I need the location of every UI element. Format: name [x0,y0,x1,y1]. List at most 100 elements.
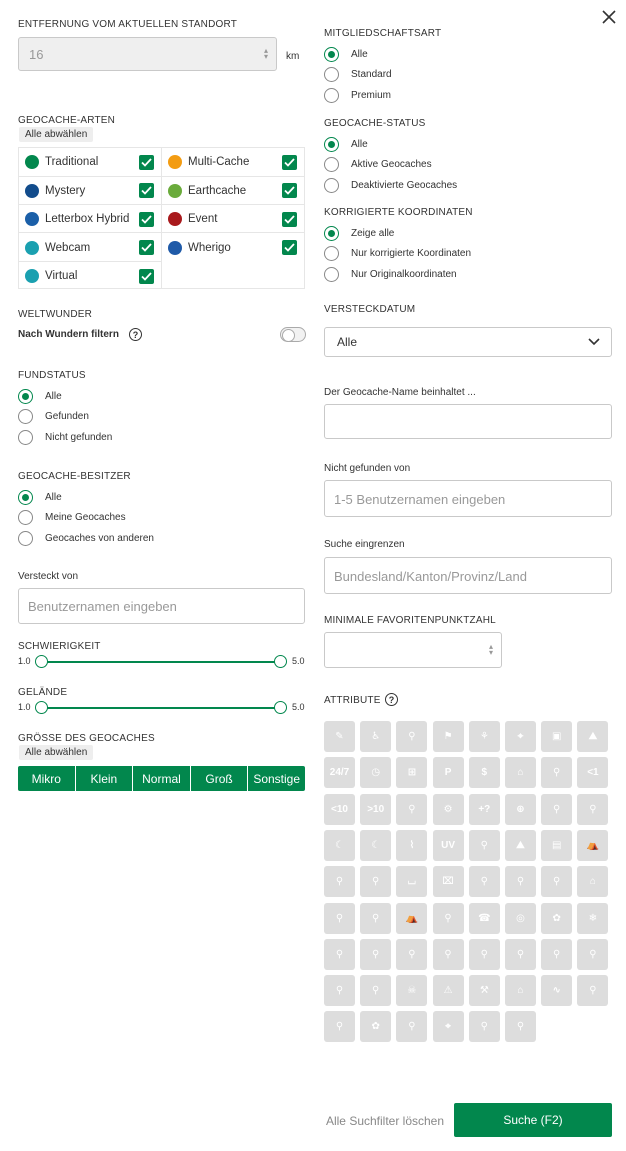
attribute-icon[interactable]: ⛰ [505,829,536,861]
attribute-icon[interactable]: ⚲ [432,902,464,934]
attribute-icon[interactable]: ⚲ [468,829,500,861]
size-mikro[interactable]: Mikro [18,766,76,791]
not-found-by-input[interactable]: 1-5 Benutzernamen eingeben [324,480,612,517]
radio-button[interactable] [18,409,33,425]
attribute-icon[interactable]: ⚲ [468,1011,500,1043]
attribute-icon[interactable]: ⚲ [360,975,392,1007]
status-option[interactable]: Aktive Geocaches [324,155,457,176]
checkbox[interactable] [139,240,154,256]
attribute-icon[interactable]: ⚘ [468,721,500,752]
attributes-help-icon[interactable]: ? [385,693,398,706]
attribute-icon[interactable]: ⚲ [577,793,609,825]
attribute-icon[interactable]: ⌖ [432,1011,464,1043]
status-option[interactable]: Alle [324,134,457,155]
size-klein[interactable]: Klein [76,766,134,791]
attribute-icon[interactable]: ⚲ [396,793,428,825]
membership-option[interactable]: Alle [324,44,392,65]
cache-type-event[interactable]: Event [162,205,305,234]
attribute-icon[interactable]: ☾ [324,829,355,861]
owner-option[interactable]: Meine Geocaches [18,508,154,529]
name-contains-input[interactable] [324,404,612,439]
attribute-icon[interactable]: ⌖ [505,721,536,752]
attribute-icon[interactable]: ☾ [360,829,392,861]
attribute-icon[interactable]: ☠ [396,975,428,1007]
radio-button[interactable] [324,225,339,241]
cache-type-traditional[interactable]: Traditional [19,148,162,177]
owner-option[interactable]: Geocaches von anderen [18,528,154,549]
attribute-icon[interactable]: ✿ [360,1011,392,1043]
cache-type-mystery[interactable]: Mystery [19,177,162,206]
attribute-icon[interactable]: ⚲ [396,721,428,752]
radio-button[interactable] [324,177,339,193]
attribute-icon[interactable]: P [432,757,464,789]
attribute-icon[interactable]: ♿ [360,721,392,752]
attribute-icon[interactable]: ⚑ [432,721,464,752]
radio-button[interactable] [324,87,339,103]
cache-types-deselect-all[interactable]: Alle abwählen [19,127,94,142]
attribute-icon[interactable]: ⚲ [432,938,464,970]
radio-button[interactable] [18,489,33,505]
attribute-icon[interactable]: ⚲ [324,902,355,934]
search-button[interactable]: Suche (F2) [454,1103,612,1137]
radio-button[interactable] [18,388,33,404]
attribute-icon[interactable]: ⚲ [324,975,355,1007]
size-gross[interactable]: Groß [191,766,249,791]
found-status-option[interactable]: Alle [18,386,112,407]
radio-button[interactable] [324,157,339,173]
radio-button[interactable] [324,246,339,262]
attribute-icon[interactable]: ⚲ [541,938,573,970]
checkbox[interactable] [282,154,297,170]
checkbox[interactable] [139,268,154,284]
attribute-icon[interactable]: ⚠ [432,975,464,1007]
attribute-icon[interactable]: ⌂ [505,975,536,1007]
attribute-icon[interactable]: ⚲ [468,866,500,898]
attribute-icon[interactable]: ⛰ [577,721,609,752]
attribute-icon[interactable]: ⚲ [541,757,573,789]
attribute-icon[interactable]: ☎ [468,902,500,934]
membership-option[interactable]: Premium [324,85,392,106]
attribute-icon[interactable]: ⚲ [541,793,573,825]
cache-type-wherigo[interactable]: Wherigo [162,234,305,263]
attribute-icon[interactable]: ⚲ [360,902,392,934]
attribute-icon[interactable]: ⌇ [396,829,428,861]
checkbox[interactable] [282,211,297,227]
attribute-icon[interactable]: ⚲ [577,938,609,970]
attribute-icon[interactable]: ▣ [541,721,573,752]
owner-option[interactable]: Alle [18,487,154,508]
attribute-icon[interactable]: +? [468,793,500,825]
distance-input[interactable]: 16 ▴ ▾ [18,37,277,71]
status-option[interactable]: Deaktivierte Geocaches [324,175,457,196]
checkbox[interactable] [139,154,154,170]
attribute-icon[interactable]: ⚲ [324,1011,355,1043]
attribute-icon[interactable]: ⚲ [396,1011,428,1043]
attribute-icon[interactable]: ⚲ [505,1011,536,1043]
attribute-icon[interactable]: ⚲ [324,938,355,970]
attribute-icon[interactable]: ⚲ [577,975,609,1007]
difficulty-min-handle[interactable] [35,655,48,668]
attribute-icon[interactable]: ⚒ [468,975,500,1007]
close-icon[interactable] [600,8,618,26]
wonders-toggle[interactable] [280,327,306,342]
radio-button[interactable] [324,46,339,62]
cache-type-multi-cache[interactable]: Multi-Cache [162,148,305,177]
membership-option[interactable]: Standard [324,65,392,86]
attribute-icon[interactable]: ⚲ [541,866,573,898]
attribute-icon[interactable]: >10 [360,793,392,825]
radio-button[interactable] [324,67,339,83]
terrain-min-handle[interactable] [35,701,48,714]
hidden-by-input[interactable]: Benutzernamen eingeben [18,588,305,624]
attribute-icon[interactable]: ⚲ [324,866,355,898]
attribute-icon[interactable]: $ [468,757,500,789]
corrected-option[interactable]: Nur Originalkoordinaten [324,264,471,285]
found-status-option[interactable]: Gefunden [18,407,112,428]
attribute-icon[interactable]: ✎ [324,721,355,752]
attribute-icon[interactable]: ❄ [577,902,609,934]
radio-button[interactable] [18,429,33,445]
corrected-option[interactable]: Nur korrigierte Koordinaten [324,244,471,265]
stepper-icon[interactable]: ▴ ▾ [489,643,493,657]
terrain-max-handle[interactable] [274,701,287,714]
checkbox[interactable] [139,183,154,199]
attribute-icon[interactable]: <1 [577,757,609,789]
cache-type-webcam[interactable]: Webcam [19,234,162,263]
attribute-icon[interactable]: ⚲ [360,938,392,970]
